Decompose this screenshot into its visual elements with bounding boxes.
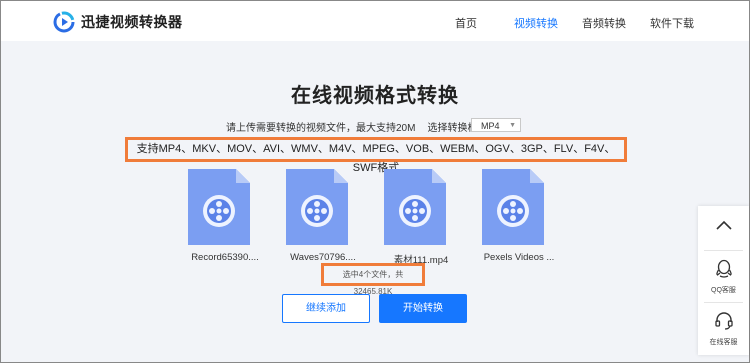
file-item[interactable]: 素材111.mp4	[384, 169, 458, 266]
brand-name: 迅捷视频转换器	[81, 14, 183, 30]
nav-software-download[interactable]: 软件下载	[650, 15, 694, 31]
back-to-top-button[interactable]	[698, 218, 749, 237]
video-file-icon	[384, 169, 446, 245]
divider	[704, 302, 743, 303]
top-header: 迅捷视频转换器 首页 视频转换 音频转换 软件下载	[1, 1, 749, 41]
file-item[interactable]: Record65390....	[188, 169, 262, 263]
qq-icon	[715, 259, 732, 278]
page-title: 在线视频格式转换	[291, 85, 459, 107]
file-name: Pexels Videos ...	[483, 252, 555, 263]
headset-icon	[714, 312, 733, 330]
video-file-icon	[482, 169, 544, 245]
start-convert-button[interactable]: 开始转换	[379, 294, 467, 323]
nav-audio-convert[interactable]: 音频转换	[582, 15, 626, 31]
upload-hint: 请上传需要转换的视频文件，最大支持20M	[226, 123, 416, 134]
online-support-button[interactable]: 在线客服	[698, 311, 749, 347]
divider	[704, 250, 743, 251]
file-item[interactable]: Waves70796....	[286, 169, 360, 263]
video-file-icon	[188, 169, 250, 245]
qq-support-button[interactable]: QQ客服	[698, 259, 749, 295]
qq-support-label: QQ客服	[711, 287, 736, 294]
side-support-panel: QQ客服 在线客服	[698, 206, 749, 355]
nav-home[interactable]: 首页	[455, 15, 477, 31]
continue-add-button[interactable]: 继续添加	[282, 294, 370, 323]
online-support-label: 在线客服	[709, 339, 738, 346]
video-file-icon	[286, 169, 348, 245]
format-select[interactable]: MP4 ▼	[471, 118, 521, 132]
nav-video-convert[interactable]: 视频转换	[514, 15, 558, 31]
file-name: Waves70796....	[290, 252, 356, 263]
chevron-up-icon	[715, 220, 732, 230]
page-border	[0, 0, 750, 363]
file-name: Record65390....	[191, 252, 259, 263]
supported-formats-box: 支持MP4、MKV、MOV、AVI、WMV、M4V、MPEG、VOB、WEBM、…	[125, 137, 627, 174]
dropdown-caret-icon: ▼	[509, 122, 516, 129]
selection-summary: 选中4个文件，共32465.81K	[321, 263, 425, 296]
selected-format: MP4	[481, 121, 500, 131]
upload-hint-row: 请上传需要转换的视频文件，最大支持20M 选择转换格式:	[226, 119, 490, 134]
logo-icon	[53, 11, 75, 33]
file-item[interactable]: Pexels Videos ...	[482, 169, 556, 263]
